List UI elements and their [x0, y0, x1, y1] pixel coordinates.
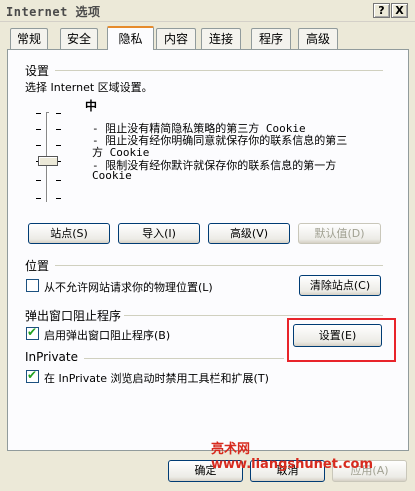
close-button[interactable]: X	[391, 3, 408, 18]
settings-group-label: 设置	[25, 64, 50, 78]
tab-security[interactable]: 安全	[60, 28, 98, 49]
privacy-slider-thumb[interactable]	[38, 156, 58, 166]
clear-sites-button[interactable]: 清除站点(C)	[299, 275, 381, 296]
popup-blocker-checkbox[interactable]	[26, 325, 39, 340]
tab-advanced[interactable]: 高级	[298, 28, 338, 49]
slider-tick	[56, 180, 61, 181]
sites-button[interactable]: 站点(S)	[28, 223, 110, 244]
location-checkbox[interactable]	[26, 279, 39, 292]
zone-text: 选择 Internet 区域设置。	[25, 81, 153, 94]
tab-programs[interactable]: 程序	[251, 28, 291, 49]
highlight-box	[287, 318, 396, 362]
privacy-level-label: 中	[85, 99, 98, 113]
tab-general[interactable]: 常规	[10, 28, 48, 49]
inprivate-group-divider	[84, 358, 284, 359]
slider-tick	[56, 129, 61, 130]
inprivate-group-label: InPrivate	[25, 350, 78, 364]
popup-group-divider	[124, 315, 383, 316]
help-button[interactable]: ?	[373, 3, 390, 18]
import-button[interactable]: 导入(I)	[118, 223, 200, 244]
slider-tick	[36, 180, 41, 181]
privacy-panel	[7, 49, 409, 451]
default-button[interactable]: 默认值(D)	[298, 223, 381, 244]
popup-group-label: 弹出窗口阻止程序	[25, 309, 122, 323]
privacy-desc-line-5: Cookie	[92, 169, 132, 182]
inprivate-checkbox-label: 在 InPrivate 浏览启动时禁用工具栏和扩展(T)	[44, 372, 269, 385]
location-checkbox-label: 从不允许网站请求你的物理位置(L)	[44, 281, 213, 294]
slider-tick	[56, 113, 61, 114]
tab-connections[interactable]: 连接	[201, 28, 241, 49]
location-group-divider	[55, 265, 383, 266]
slider-tick	[36, 198, 41, 199]
slider-tick	[36, 145, 41, 146]
tab-content[interactable]: 内容	[156, 28, 196, 49]
tab-privacy[interactable]: 隐私	[107, 26, 154, 50]
slider-tick	[36, 129, 41, 130]
window-title: Internet 选项	[6, 5, 101, 19]
advanced-settings-button[interactable]: 高级(V)	[208, 223, 290, 244]
inprivate-checkbox[interactable]	[26, 368, 39, 383]
watermark-text: 亮术网 www.liangshunet.com	[211, 442, 374, 472]
popup-blocker-checkbox-label: 启用弹出窗口阻止程序(B)	[44, 329, 171, 342]
settings-group-divider	[55, 70, 383, 71]
slider-tick	[56, 145, 61, 146]
location-group-label: 位置	[25, 259, 50, 273]
slider-tick	[56, 198, 61, 199]
slider-tick	[36, 113, 41, 114]
